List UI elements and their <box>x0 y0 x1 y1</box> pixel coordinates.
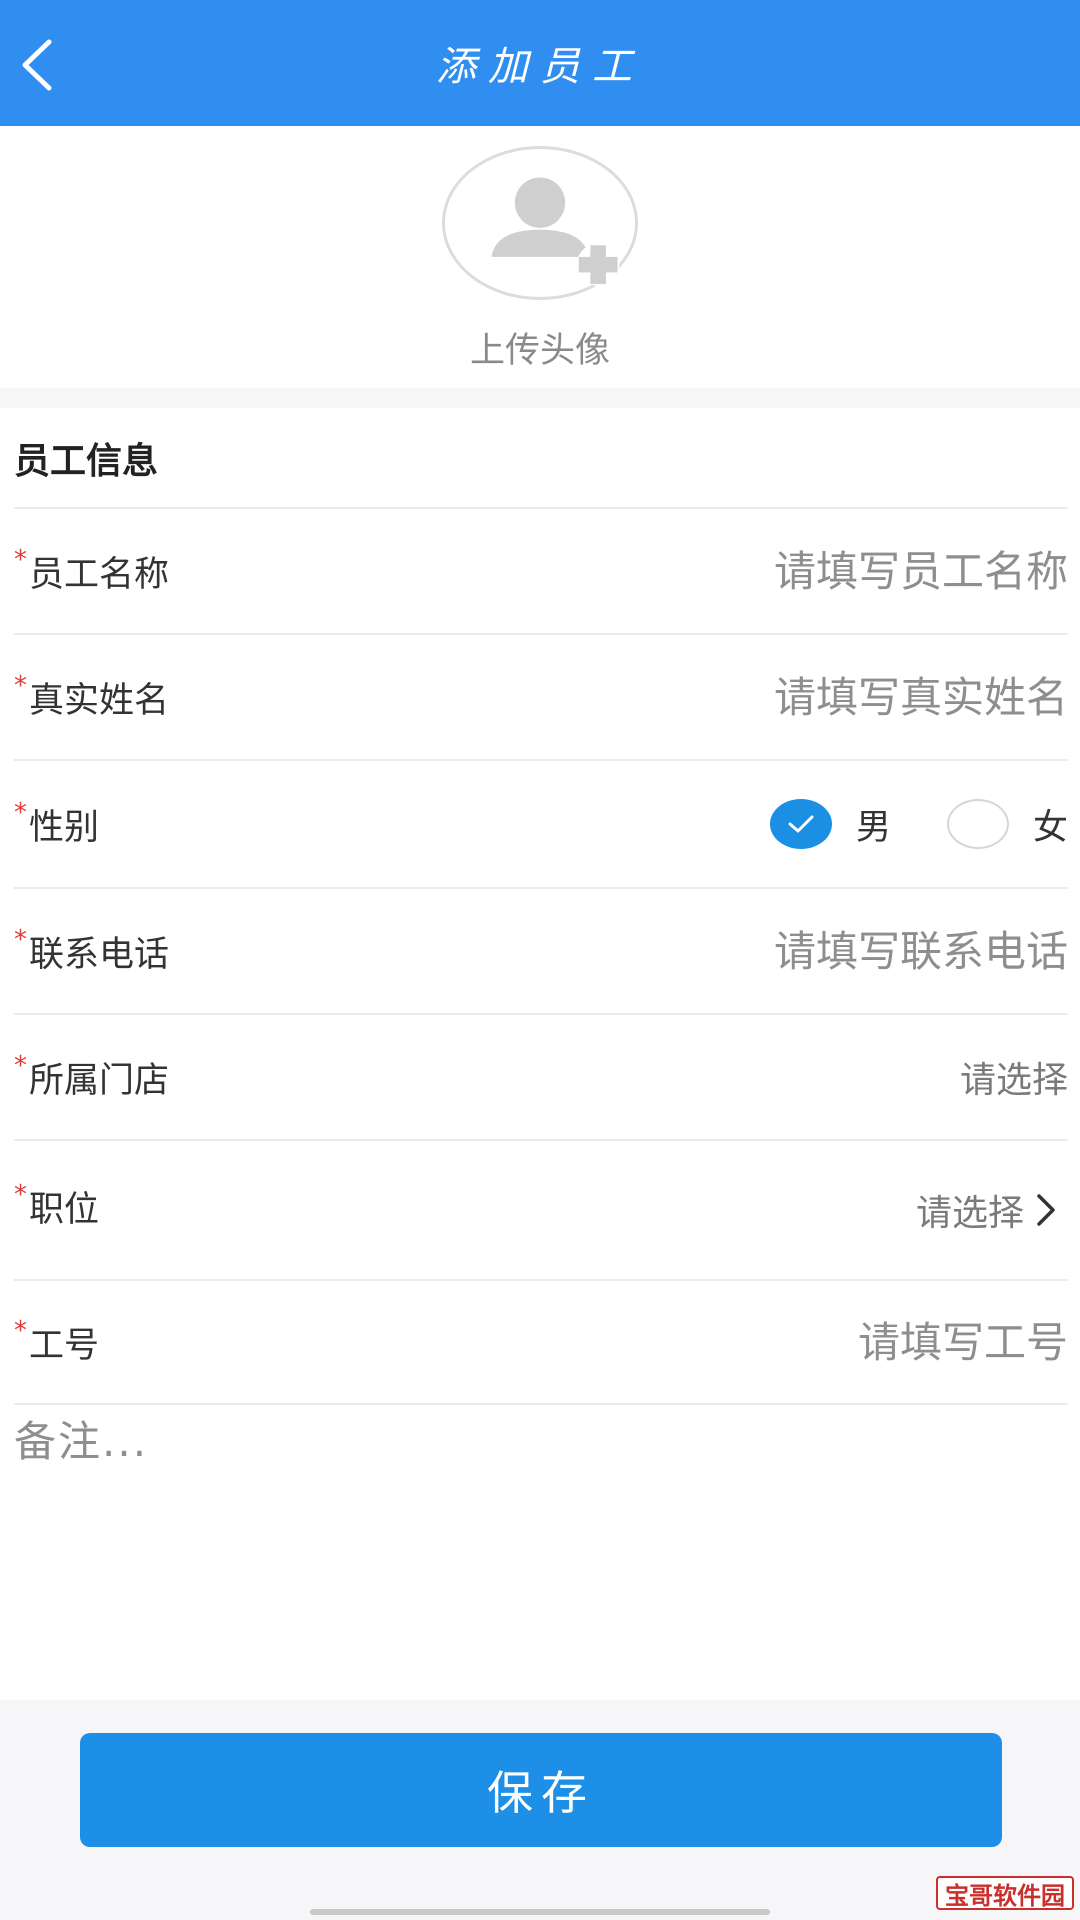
remark-input[interactable] <box>14 1408 1068 1678</box>
employee-name-input[interactable] <box>508 546 1068 596</box>
save-button[interactable]: 保存 <box>80 1733 1002 1847</box>
employee-id-row: * 工号 <box>14 1279 1068 1403</box>
top-nav-bar: 添加员工 <box>0 0 1080 126</box>
user-icon <box>491 177 620 287</box>
back-button[interactable] <box>10 38 64 92</box>
check-icon <box>788 815 814 833</box>
upload-avatar-label: 上传头像 <box>469 331 610 371</box>
employee-id-input[interactable] <box>508 1317 1068 1367</box>
store-row[interactable]: * 所属门店 请选择 <box>14 1013 1068 1139</box>
position-select-value: 请选择 <box>915 1193 1024 1234</box>
chevron-left-icon <box>22 39 52 91</box>
section-title: 员工信息 <box>14 441 159 482</box>
required-mark: * <box>14 924 27 955</box>
employee-id-label: 工号 <box>29 1325 100 1366</box>
real-name-row: * 真实姓名 <box>14 633 1068 759</box>
required-mark: * <box>14 544 27 575</box>
phone-row: * 联系电话 <box>14 887 1068 1013</box>
phone-input[interactable] <box>508 926 1068 976</box>
required-mark: * <box>14 1050 27 1081</box>
required-mark: * <box>14 797 27 828</box>
chevron-right-icon <box>1037 1194 1055 1226</box>
watermark-logo: 宝哥软件园 <box>936 1876 1074 1910</box>
avatar-section: 上传头像 <box>0 126 1080 388</box>
gender-female-label[interactable]: 女 <box>1033 799 1068 850</box>
store-select[interactable]: 请选择 <box>960 1051 1068 1103</box>
avatar-upload-button[interactable] <box>442 146 638 300</box>
gender-male-radio[interactable] <box>769 799 832 849</box>
real-name-label: 真实姓名 <box>29 680 170 721</box>
store-label: 所属门店 <box>29 1060 170 1101</box>
employee-form: 员工信息 * 员工名称 * 真实姓名 * 性别 男 女 <box>0 408 1080 1700</box>
gender-radio-group: 男 女 <box>769 799 1068 850</box>
position-row[interactable]: * 职位 请选择 <box>14 1139 1068 1279</box>
required-mark: * <box>14 1315 27 1346</box>
required-mark: * <box>14 670 27 701</box>
divider <box>14 1403 1068 1405</box>
employee-name-row: * 员工名称 <box>14 507 1068 633</box>
required-mark: * <box>14 1180 27 1210</box>
gender-female-radio[interactable] <box>946 799 1009 849</box>
gender-label: 性别 <box>29 807 100 848</box>
gender-row: * 性别 男 女 <box>14 759 1068 887</box>
phone-label: 联系电话 <box>29 934 170 975</box>
home-indicator <box>310 1909 770 1915</box>
gender-male-label[interactable]: 男 <box>856 799 891 850</box>
position-select[interactable]: 请选择 <box>916 1184 1058 1236</box>
position-label: 职位 <box>29 1190 100 1230</box>
page-title: 添加员工 <box>436 44 644 90</box>
real-name-input[interactable] <box>508 672 1068 722</box>
store-select-value: 请选择 <box>959 1060 1068 1101</box>
employee-name-label: 员工名称 <box>29 554 170 595</box>
